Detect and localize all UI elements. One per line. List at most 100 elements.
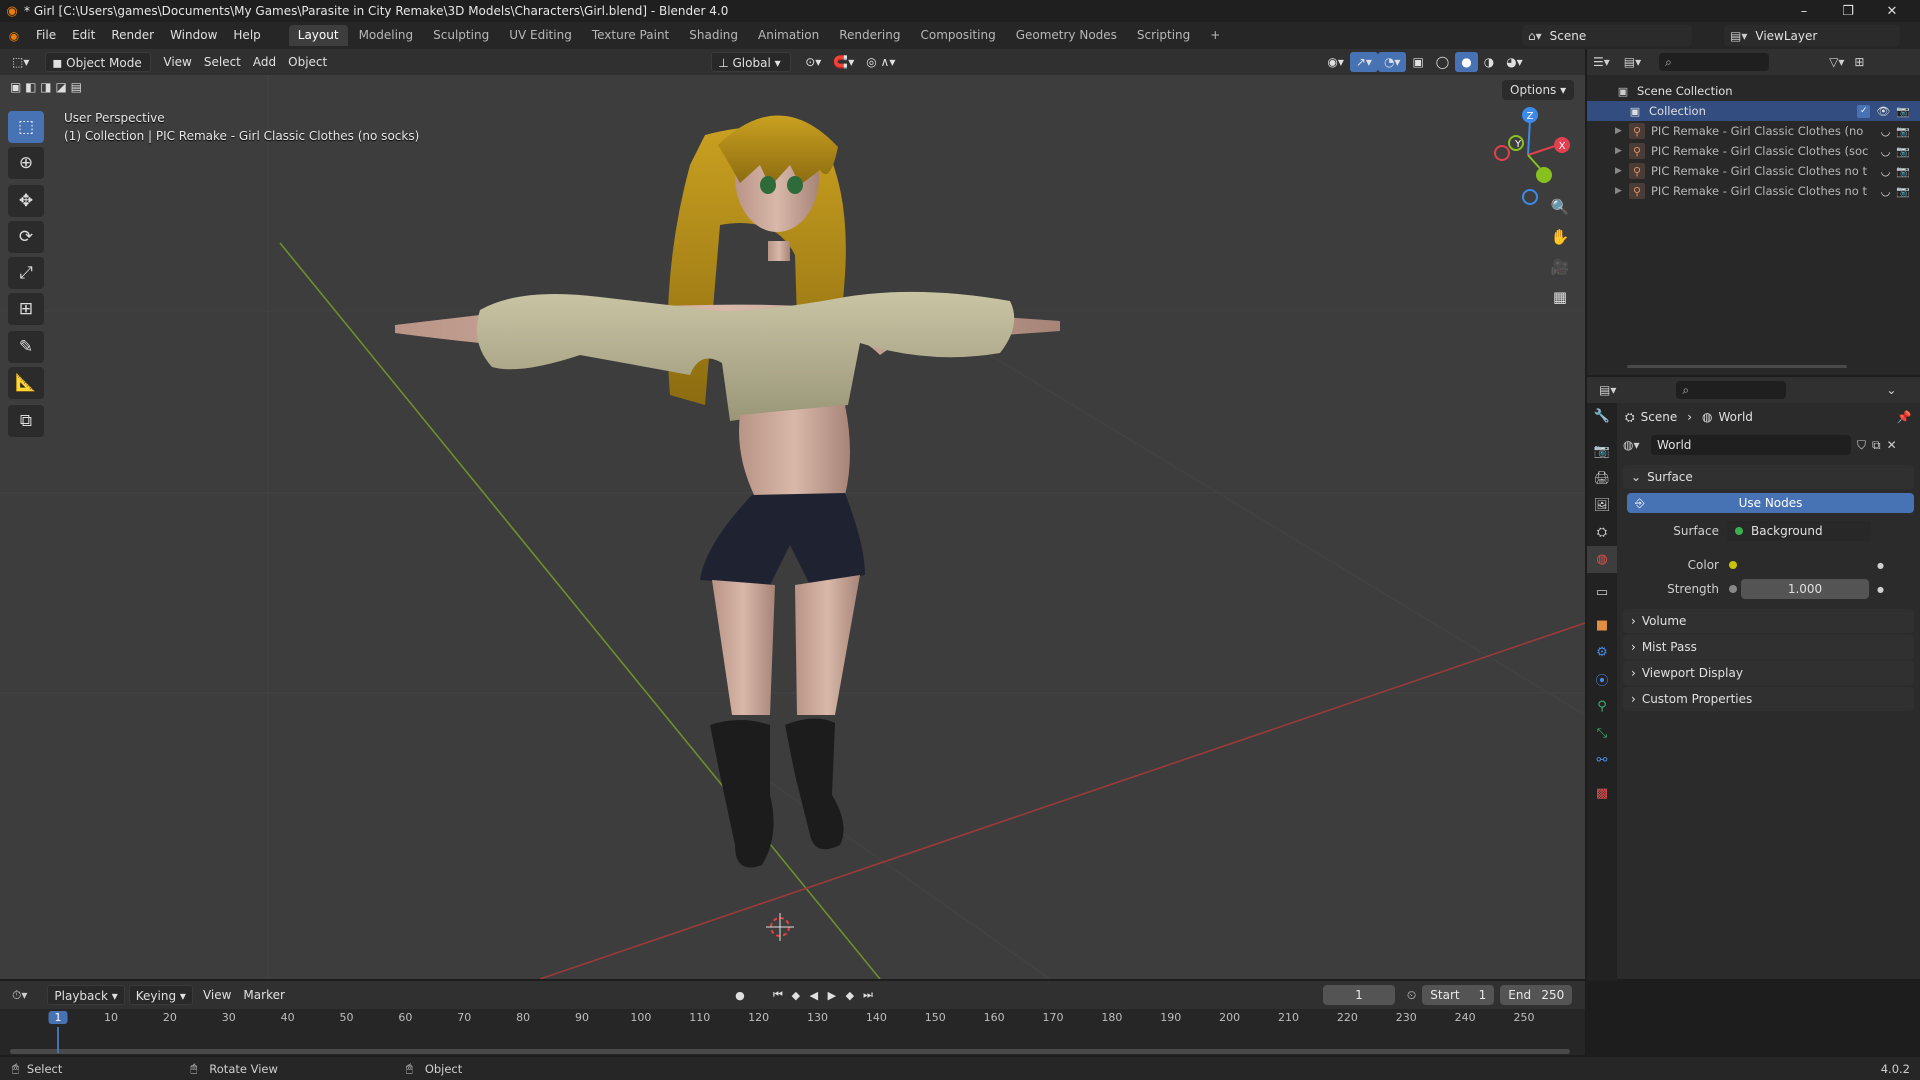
close-button[interactable]: ✕ [1870,0,1914,22]
options-dropdown[interactable]: Options ▾ [1502,80,1575,100]
end-frame-field[interactable]: End 250 [1500,985,1573,1005]
scale-tool-icon[interactable]: ⤢ [8,257,44,289]
move-tool-icon[interactable]: ✥ [8,185,44,217]
modifier-tab-icon[interactable]: ⚙ [1587,639,1617,666]
unlink-icon[interactable]: ✕ [1887,438,1897,452]
menu-render[interactable]: Render [103,22,162,49]
scene-tab-icon[interactable]: ⛭ [1587,519,1617,546]
annotate-tool-icon[interactable]: ✎ [8,331,44,363]
data-tab-icon[interactable]: ⚯ [1587,747,1617,774]
visibility-eye-icon[interactable]: ◡ [1881,185,1891,198]
display-mode-icon[interactable]: ▤▾ [1624,55,1641,69]
particles-tab-icon[interactable]: ⦿ [1587,666,1617,693]
proportional-edit-icon[interactable]: ◎ ∧▾ [860,52,901,72]
object-tab-icon[interactable]: ■ [1587,612,1617,639]
render-camera-icon[interactable]: 📷 [1896,145,1910,158]
render-camera-icon[interactable]: 📷 [1896,185,1910,198]
exclude-checkbox[interactable]: ✓ [1857,104,1871,118]
expand-arrow-icon[interactable]: ▶ [1615,186,1629,196]
jump-end-button[interactable]: ⏭ [859,986,877,1004]
world-browse-icon[interactable]: ◍▾ [1623,438,1651,452]
gizmo-toggle-icon[interactable]: ↗▾ [1349,52,1378,72]
overlay-toggle-icon[interactable]: ◔▾ [1377,52,1407,72]
timeline-area[interactable]: 1 10 20 30 40 50 60 70 80 90 100 110 120 130 140 150 160… [0,1009,1585,1055]
cursor-tool-icon[interactable]: ⊕ [8,147,44,179]
tab-sculpting[interactable]: Sculpting [424,25,498,46]
volume-panel-header[interactable]: › Volume [1623,609,1914,633]
maximize-button[interactable]: ❐ [1826,0,1870,22]
filter-icon[interactable]: ▽▾ [1829,55,1844,69]
menu-file[interactable]: File [28,22,64,49]
camera-view-icon[interactable]: 🎥 [1546,253,1574,281]
constraints-tab-icon[interactable]: ⤡ [1587,720,1617,747]
world-color-swatch[interactable] [1741,555,1869,575]
render-camera-icon[interactable]: 📷 [1896,105,1910,118]
render-camera-icon[interactable]: 📷 [1896,165,1910,178]
menu-window[interactable]: Window [162,22,225,49]
viewport-menu-add[interactable]: Add [247,52,282,72]
menu-help[interactable]: Help [225,22,268,49]
timeline-menu-view[interactable]: View [197,985,237,1005]
surface-shader-selector[interactable]: Background [1727,521,1871,541]
add-workspace-button[interactable]: + [1201,25,1229,46]
surface-panel-header[interactable]: ⌄ Surface [1623,465,1914,489]
current-frame-field[interactable]: 1 [1322,985,1395,1005]
tab-geometry-nodes[interactable]: Geometry Nodes [1007,25,1126,46]
viewport-display-panel-header[interactable]: › Viewport Display [1623,661,1914,685]
collection-tab-icon[interactable]: ▭ [1587,579,1617,606]
keyframe-dot-icon[interactable]: ● [1877,585,1884,594]
character-model[interactable] [395,115,1060,868]
transform-orientation-selector[interactable]: ⊥ Global ▾ [711,52,792,72]
rotate-tool-icon[interactable]: ⟳ [8,221,44,253]
material-shading-icon[interactable]: ◑ [1478,52,1500,72]
world-name-field[interactable]: World [1651,435,1851,455]
transform-tool-icon[interactable]: ⊞ [8,293,44,325]
add-cube-tool-icon[interactable]: ⧉ [8,405,44,437]
start-frame-field[interactable]: Start 1 [1422,985,1495,1005]
timeline-editor-icon[interactable]: ⏱▾ [12,988,27,1003]
custom-properties-panel-header[interactable]: › Custom Properties [1623,687,1914,711]
preview-range-icon[interactable]: ⏲ [1407,988,1416,1003]
visibility-eye-icon[interactable]: ◡ [1881,165,1891,178]
chevron-down-icon[interactable]: ⌄ [1886,383,1896,397]
mode-selector[interactable]: ◼ Object Mode ▾ [45,52,152,90]
playhead[interactable] [57,1027,59,1053]
outliner-object-row[interactable]: ▶ ⚲ PIC Remake - Girl Classic Clothes (n… [1587,121,1920,141]
record-button[interactable]: ● [731,986,749,1004]
tab-layout[interactable]: Layout [288,25,348,46]
viewport-menu-view[interactable]: View [157,52,197,72]
keying-menu[interactable]: Keying ▾ [128,985,193,1005]
fake-user-icon[interactable]: ⛉ [1857,438,1866,453]
minimize-button[interactable]: – [1782,0,1826,22]
new-collection-icon[interactable]: ⊞ [1854,55,1864,69]
pivot-point-icon[interactable]: ⊙▾ [799,52,827,72]
blender-menu-icon[interactable]: ◉ [0,22,28,49]
play-reverse-button[interactable]: ◀ [805,986,823,1004]
outliner-collection-row[interactable]: ▣ Collection ✓ 👁 📷 [1587,101,1920,121]
expand-arrow-icon[interactable]: ▶ [1615,166,1629,176]
tab-uv-editing[interactable]: UV Editing [500,25,581,46]
tool-tab-icon[interactable]: 🔧 [1587,403,1617,430]
playback-menu[interactable]: Playback ▾ [47,985,125,1005]
properties-editor-icon[interactable]: ▤▾ [1599,383,1616,397]
mist-pass-panel-header[interactable]: › Mist Pass [1623,635,1914,659]
outliner-scene-collection[interactable]: ▣ Scene Collection [1587,81,1920,101]
world-tab-icon[interactable]: ◍ [1587,546,1617,573]
xray-toggle-icon[interactable]: ▣ [1406,52,1429,72]
outliner-object-row[interactable]: ▶ ⚲ PIC Remake - Girl Classic Clothes no… [1587,181,1920,201]
tab-shading[interactable]: Shading [680,25,747,46]
viewport-menu-object[interactable]: Object [282,52,333,72]
zoom-icon[interactable]: 🔍 [1546,193,1574,221]
tweak-mode-icon[interactable]: ▣ ◧ ◨ ◪ ▤ [10,77,130,97]
menu-edit[interactable]: Edit [64,22,103,49]
duplicate-icon[interactable]: ⧉ [1872,438,1881,453]
view-layer-tab-icon[interactable]: 🖼 [1587,492,1617,519]
visibility-eye-icon[interactable]: ◡ [1881,125,1891,138]
prev-keyframe-button[interactable]: ◆ [787,986,805,1004]
pin-icon[interactable]: 📌 [1897,410,1912,424]
jump-start-button[interactable]: ⏮ [769,986,787,1004]
outliner-object-row[interactable]: ▶ ⚲ PIC Remake - Girl Classic Clothes (s… [1587,141,1920,161]
solid-shading-icon[interactable]: ● [1455,52,1478,72]
perspective-toggle-icon[interactable]: ▦ [1546,283,1574,311]
wireframe-shading-icon[interactable]: ◯ [1430,52,1455,72]
